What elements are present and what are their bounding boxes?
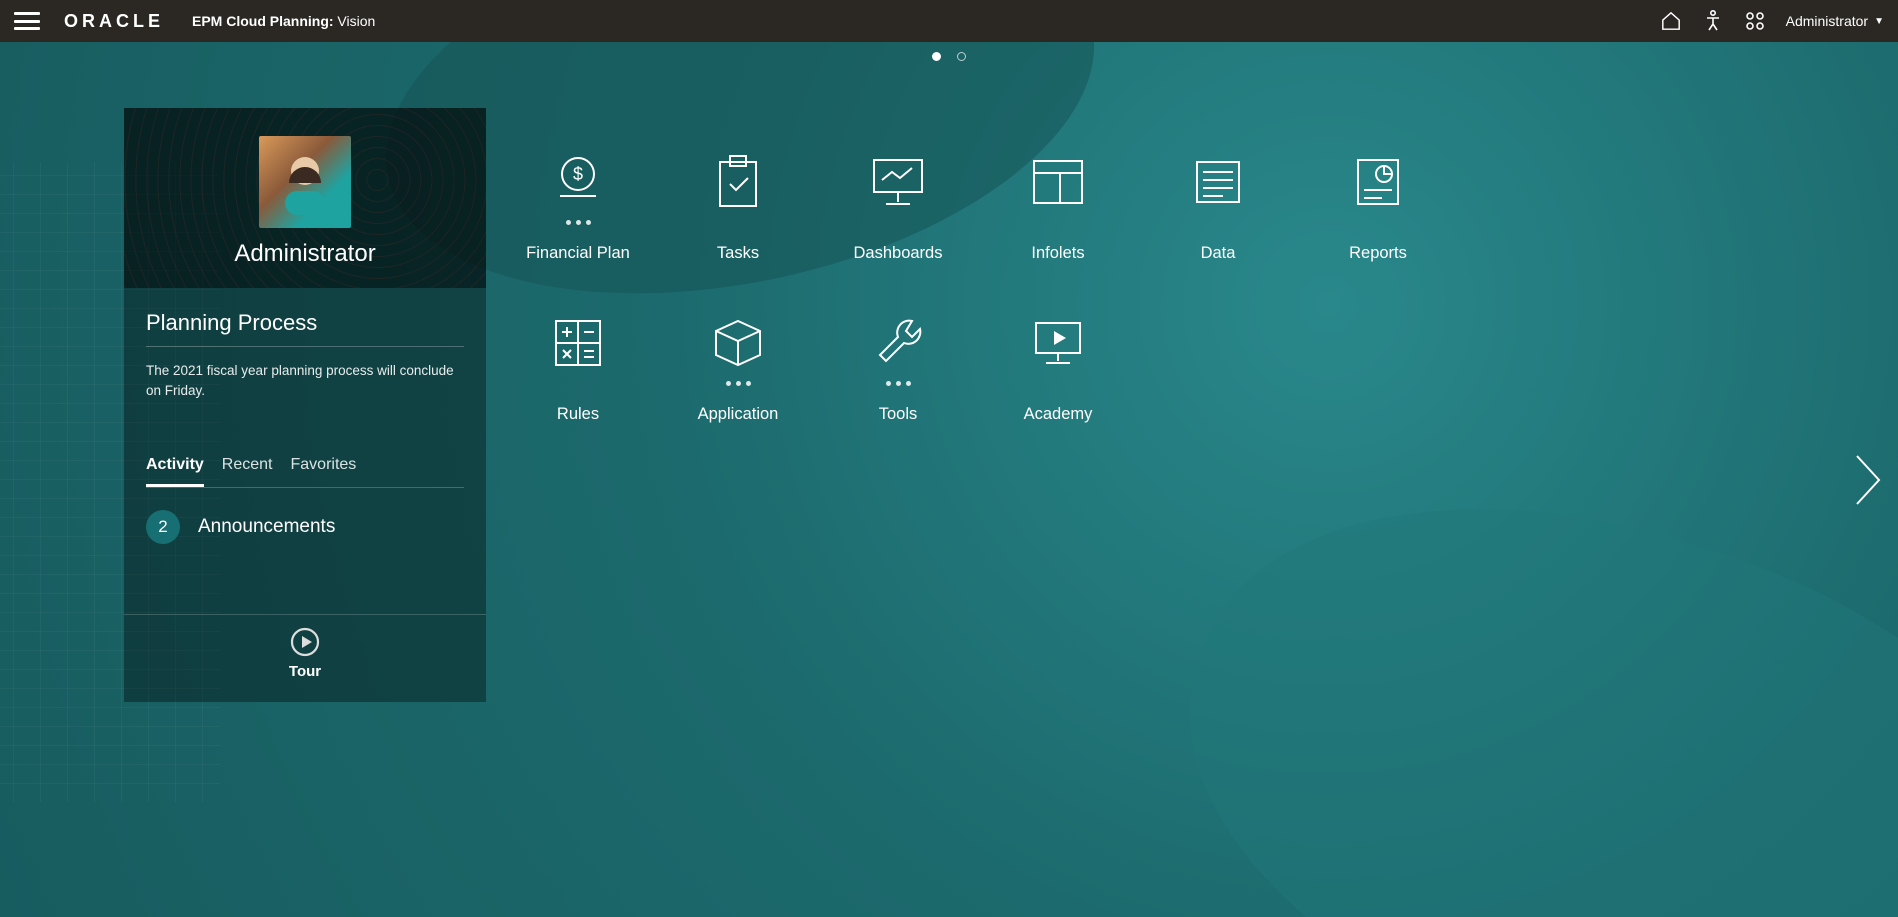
- oracle-logo: ORACLE: [64, 11, 164, 32]
- user-menu-label: Administrator: [1786, 13, 1868, 29]
- app-title: EPM Cloud Planning: Vision: [192, 13, 375, 29]
- list-icon: [1186, 150, 1250, 214]
- panel-tabs: Activity Recent Favorites: [146, 456, 464, 488]
- user-panel-footer: Tour: [124, 614, 486, 702]
- layout-icon: [1026, 150, 1090, 214]
- cluster-label: Dashboards: [854, 244, 943, 263]
- next-page-arrow[interactable]: [1844, 440, 1892, 520]
- home-icon[interactable]: [1656, 6, 1686, 36]
- menu-icon[interactable]: [14, 12, 40, 30]
- top-bar: ORACLE EPM Cloud Planning: Vision Admini…: [0, 0, 1898, 42]
- main-area: Administrator Planning Process The 2021 …: [0, 42, 1898, 917]
- user-menu[interactable]: Administrator ▼: [1786, 13, 1884, 29]
- cube-icon: [706, 311, 770, 375]
- tour-label[interactable]: Tour: [124, 663, 486, 680]
- caret-down-icon: ▼: [1874, 16, 1884, 27]
- tab-recent[interactable]: Recent: [222, 456, 273, 487]
- play-icon[interactable]: [290, 627, 320, 657]
- cluster-financial-plan[interactable]: $ Financial Plan: [498, 150, 658, 263]
- tab-activity[interactable]: Activity: [146, 456, 204, 487]
- username: Administrator: [144, 240, 466, 268]
- bg-shape: [1120, 411, 1898, 917]
- cluster-tools[interactable]: Tools: [818, 311, 978, 424]
- clipboard-check-icon: [706, 150, 770, 214]
- wrench-icon: [866, 311, 930, 375]
- cluster-rules[interactable]: Rules: [498, 311, 658, 424]
- count-badge: 2: [146, 510, 180, 544]
- cluster-label: Academy: [1024, 405, 1093, 424]
- svg-text:$: $: [573, 164, 583, 184]
- user-panel: Administrator Planning Process The 2021 …: [124, 108, 486, 702]
- tab-favorites[interactable]: Favorites: [291, 456, 357, 487]
- report-pie-icon: [1346, 150, 1410, 214]
- cluster-label: Reports: [1349, 244, 1407, 263]
- cluster-tasks[interactable]: Tasks: [658, 150, 818, 263]
- presentation-chart-icon: [866, 150, 930, 214]
- cluster-label: Tasks: [717, 244, 759, 263]
- accessibility-icon[interactable]: [1698, 6, 1728, 36]
- section-text: The 2021 fiscal year planning process wi…: [146, 361, 464, 400]
- cluster-reports[interactable]: Reports: [1298, 150, 1458, 263]
- avatar: [259, 136, 351, 228]
- play-monitor-icon: [1026, 311, 1090, 375]
- cluster-application[interactable]: Application: [658, 311, 818, 424]
- cluster-data[interactable]: Data: [1138, 150, 1298, 263]
- activity-label: Announcements: [198, 516, 335, 538]
- user-panel-header: Administrator: [124, 108, 486, 288]
- cluster-dashboards[interactable]: Dashboards: [818, 150, 978, 263]
- section-title: Planning Process: [146, 310, 464, 336]
- activity-item-announcements[interactable]: 2 Announcements: [146, 510, 464, 544]
- cluster-infolets[interactable]: Infolets: [978, 150, 1138, 263]
- page-dot[interactable]: [957, 52, 966, 61]
- cluster-dots: [726, 381, 751, 391]
- cluster-label: Financial Plan: [526, 244, 630, 263]
- apps-grid-icon[interactable]: [1740, 6, 1770, 36]
- cluster-label: Rules: [557, 405, 599, 424]
- calculator-icon: [546, 311, 610, 375]
- cluster-dots: [566, 220, 591, 230]
- cluster-label: Application: [698, 405, 779, 424]
- cluster-label: Infolets: [1031, 244, 1084, 263]
- cluster-grid: $ Financial Plan Tasks Dashboards Infolets Da…: [498, 150, 1458, 424]
- dollar-coin-icon: $: [546, 150, 610, 214]
- cluster-label: Data: [1201, 244, 1236, 263]
- page-dot[interactable]: [932, 52, 941, 61]
- cluster-academy[interactable]: Academy: [978, 311, 1138, 424]
- cluster-label: Tools: [879, 405, 918, 424]
- cluster-dots: [886, 381, 911, 391]
- divider: [146, 346, 464, 347]
- page-indicator: [932, 52, 966, 61]
